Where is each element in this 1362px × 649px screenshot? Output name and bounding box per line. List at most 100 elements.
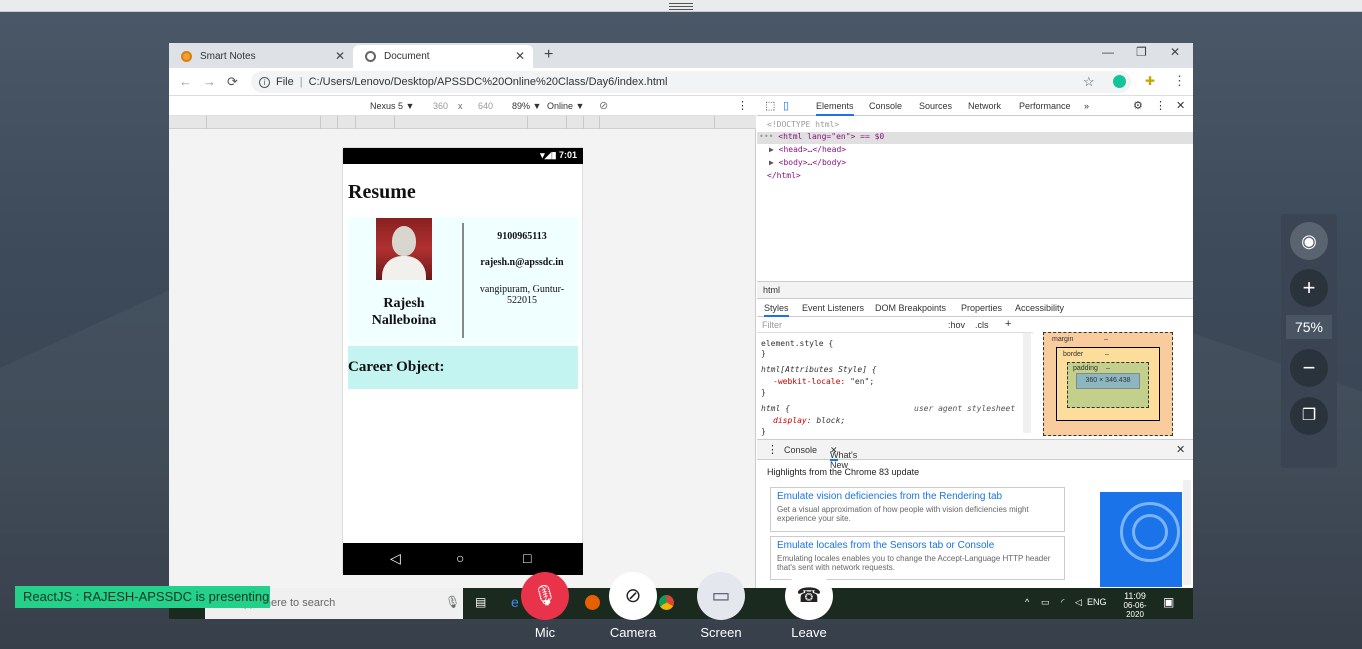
close-icon[interactable]: ✕ <box>515 49 525 63</box>
zoom-in-icon[interactable]: + <box>1290 269 1328 307</box>
tab-network[interactable]: Network <box>968 101 1001 111</box>
add-rule-icon[interactable]: + <box>1005 318 1011 330</box>
whats-new-card[interactable]: Emulate vision deficiencies from the Ren… <box>770 487 1065 532</box>
grammarly-icon[interactable] <box>1113 75 1126 88</box>
media-query-ruler[interactable] <box>169 116 756 129</box>
tab-dom-breakpoints[interactable]: DOM Breakpoints <box>875 303 946 313</box>
device-toolbar: Nexus 5 ▼ 360 x 640 89% ▼ Online ▼ ⊘ ⋮ <box>169 96 756 116</box>
leave-phone-icon[interactable]: ☎ <box>785 572 833 620</box>
settings-gear-icon[interactable]: ⚙ <box>1133 99 1143 112</box>
filter-input[interactable]: Filter <box>762 320 782 330</box>
battery-icon[interactable]: ▭ <box>1041 597 1050 608</box>
tab-elements[interactable]: Elements <box>816 101 854 116</box>
extension-icon[interactable]: ✚ <box>1145 74 1155 88</box>
rule-prop-locale[interactable]: -webkit-locale: "en"; <box>773 377 874 386</box>
card-title[interactable]: Emulate locales from the Sensors tab or … <box>777 540 1058 551</box>
language-label[interactable]: ENG <box>1087 597 1107 607</box>
restore-icon[interactable]: ❐ <box>1136 45 1147 59</box>
drawer-tab-console[interactable]: Console <box>784 445 817 455</box>
screenshot-camera-icon[interactable]: ◉ <box>1290 222 1328 260</box>
device-mode-icon[interactable]: ▯ <box>783 99 789 112</box>
omnibox[interactable]: i File | C:/Users/Lenovo/Desktop/APSSDC%… <box>251 71 1131 93</box>
devtools-menu-icon[interactable]: ⋮ <box>1155 99 1166 112</box>
dom-doctype: <!DOCTYPE html> <box>767 120 840 129</box>
network-select[interactable]: Online ▼ <box>547 101 584 111</box>
tab-event-listeners[interactable]: Event Listeners <box>802 303 864 313</box>
camera-off-icon[interactable]: ⊘ <box>609 572 657 620</box>
back-icon[interactable]: ← <box>179 74 192 89</box>
tab-document[interactable]: Document ✕ <box>353 45 533 68</box>
menu-kebab-icon[interactable]: ⋮ <box>1173 73 1186 89</box>
new-tab-icon[interactable]: + <box>544 46 553 64</box>
dom-html-open[interactable]: ••• <html lang="en"> == $0 <box>759 132 884 141</box>
drawer-scrollbar[interactable] <box>1183 480 1191 585</box>
phone-nav-bar: ◁ ○ □ <box>343 543 583 575</box>
rule-attributes-style[interactable]: html[Attributes Style] { <box>761 365 877 374</box>
mobile-preview: ▾◢▮ 7:01 Resume Rajesh Nalleboina 910096… <box>342 147 583 575</box>
breadcrumb-html[interactable]: html <box>763 285 780 295</box>
zoom-select[interactable]: 89% ▼ <box>512 101 541 111</box>
rotate-icon[interactable]: ⊘ <box>599 99 608 112</box>
wifi-icon[interactable]: ◜ <box>1061 597 1065 608</box>
microphone-icon[interactable]: 🎙 <box>445 595 460 609</box>
contact-address: vangipuram, Guntur-522015 <box>479 284 565 306</box>
box-border[interactable]: border – padding – 360 × 346.438 <box>1056 347 1160 421</box>
edge-icon[interactable]: e <box>511 594 519 610</box>
drag-handle-icon[interactable] <box>669 3 693 10</box>
chrome-icon[interactable] <box>659 595 674 610</box>
devtools-close-icon[interactable]: ✕ <box>1176 99 1185 112</box>
mic-muted-icon[interactable]: 🎙 <box>521 572 569 620</box>
drawer-tab-whats-new[interactable]: What's New ✕ <box>830 445 857 470</box>
box-margin[interactable]: margin – border – padding – 360 × 346.43… <box>1043 332 1173 436</box>
dom-tree: <!DOCTYPE html> ••• <html lang="en"> == … <box>757 116 1193 281</box>
window-close-icon[interactable]: ✕ <box>1170 45 1180 59</box>
dom-head[interactable]: ▶ <head>…</head> <box>769 145 846 154</box>
cls-toggle[interactable]: .cls <box>975 320 989 330</box>
tab-console[interactable]: Console <box>869 101 902 111</box>
tab-properties[interactable]: Properties <box>961 303 1002 313</box>
forward-icon[interactable]: → <box>203 74 216 89</box>
reload-icon[interactable]: ⟳ <box>227 74 238 90</box>
card-title[interactable]: Emulate vision deficiencies from the Ren… <box>777 491 1058 502</box>
rule-element-style[interactable]: element.style { <box>761 339 833 348</box>
status-time: ▾◢▮ 7:01 <box>540 150 577 160</box>
bookmark-star-icon[interactable]: ☆ <box>1083 74 1095 90</box>
fit-screen-icon[interactable]: ❐ <box>1290 397 1328 435</box>
inspect-icon[interactable]: ⬚ <box>765 99 775 112</box>
home-circle-icon[interactable]: ○ <box>456 550 464 566</box>
tab-smart-notes[interactable]: Smart Notes ✕ <box>169 45 353 68</box>
more-tabs-icon[interactable]: » <box>1084 101 1089 111</box>
notification-icon[interactable]: ▣ <box>1163 595 1174 609</box>
rule-html[interactable]: html { <box>761 404 790 413</box>
tab-sources[interactable]: Sources <box>919 101 952 111</box>
rule-prop-display[interactable]: display: block; <box>773 416 845 425</box>
height-input[interactable]: 640 <box>478 101 493 111</box>
box-content[interactable]: 360 × 346.438 <box>1076 373 1140 389</box>
screen-share-icon[interactable]: ▭ <box>697 572 745 620</box>
tray-arrow-icon[interactable]: ^ <box>1025 597 1029 607</box>
task-view-icon[interactable]: ▤ <box>475 595 486 609</box>
width-input[interactable]: 360 <box>433 101 448 111</box>
close-icon[interactable]: ✕ <box>335 49 345 63</box>
overview-square-icon[interactable]: □ <box>523 550 531 566</box>
zoom-out-icon[interactable]: − <box>1290 349 1328 387</box>
card-desc: Get a visual approximation of how people… <box>777 505 1029 523</box>
device-toolbar-menu-icon[interactable]: ⋮ <box>737 99 748 112</box>
hov-toggle[interactable]: :hov <box>948 320 965 330</box>
volume-icon[interactable]: ◁ <box>1075 597 1082 608</box>
breadcrumb: html <box>757 281 1193 299</box>
tab-accessibility[interactable]: Accessibility <box>1015 303 1064 313</box>
box-padding[interactable]: padding – 360 × 346.438 <box>1067 362 1149 408</box>
minimize-icon[interactable]: — <box>1102 45 1114 59</box>
info-icon[interactable]: i <box>259 76 270 88</box>
clock[interactable]: 11:09 06-06-2020 <box>1115 591 1155 619</box>
tab-styles[interactable]: Styles <box>764 303 789 317</box>
back-triangle-icon[interactable]: ◁ <box>390 550 401 567</box>
tab-performance[interactable]: Performance <box>1019 101 1071 111</box>
drawer-close-icon[interactable]: ✕ <box>1176 443 1185 456</box>
firefox-icon[interactable] <box>585 595 600 610</box>
device-select[interactable]: Nexus 5 ▼ <box>370 101 414 111</box>
dom-body[interactable]: ▶ <body>…</body> <box>769 158 846 167</box>
styles-scrollbar[interactable] <box>1023 333 1031 433</box>
drawer-menu-icon[interactable]: ⋮ <box>767 443 778 456</box>
